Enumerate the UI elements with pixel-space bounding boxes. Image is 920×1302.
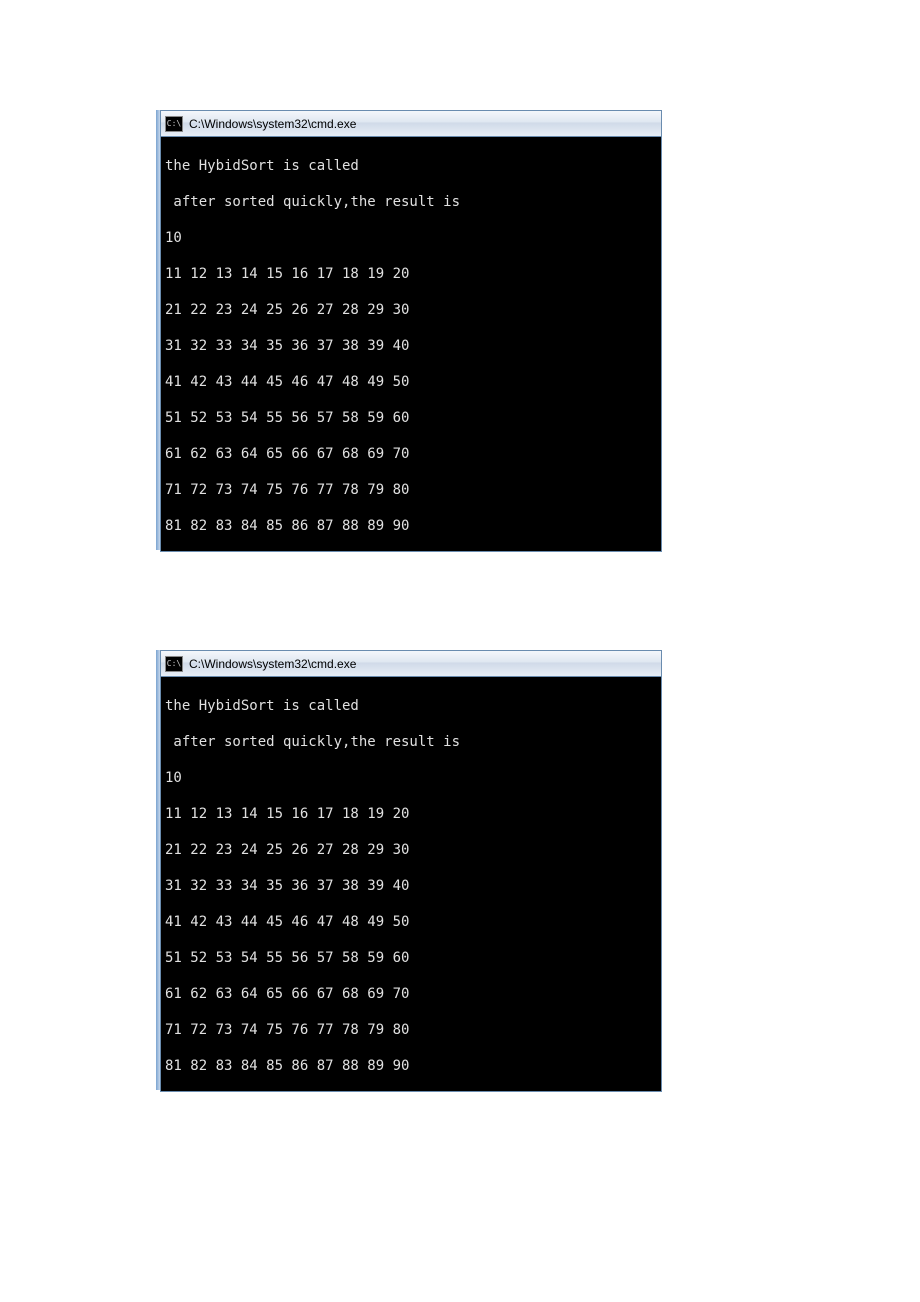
titlebar[interactable]: C:\ C:\Windows\system32\cmd.exe <box>161 111 661 137</box>
output-line: 10 <box>165 769 657 787</box>
output-line: after sorted quickly,the result is <box>165 733 657 751</box>
output-line: the HybidSort is called <box>165 157 657 175</box>
output-line: 10 <box>165 229 657 247</box>
output-line: after sorted quickly,the result is <box>165 193 657 211</box>
output-line: 61 62 63 64 65 66 67 68 69 70 <box>165 985 657 1003</box>
output-line: 11 12 13 14 15 16 17 18 19 20 <box>165 805 657 823</box>
output-line: 31 32 33 34 35 36 37 38 39 40 <box>165 337 657 355</box>
console-output[interactable]: the HybidSort is called after sorted qui… <box>161 677 661 1091</box>
output-line: 21 22 23 24 25 26 27 28 29 30 <box>165 301 657 319</box>
cmd-icon: C:\ <box>165 656 183 672</box>
output-line: 41 42 43 44 45 46 47 48 49 50 <box>165 373 657 391</box>
output-line: 21 22 23 24 25 26 27 28 29 30 <box>165 841 657 859</box>
output-line: 71 72 73 74 75 76 77 78 79 80 <box>165 1021 657 1039</box>
window-title: C:\Windows\system32\cmd.exe <box>189 117 356 131</box>
output-line: 31 32 33 34 35 36 37 38 39 40 <box>165 877 657 895</box>
output-line: 51 52 53 54 55 56 57 58 59 60 <box>165 409 657 427</box>
cmd-window-2: C:\ C:\Windows\system32\cmd.exe the Hybi… <box>160 650 662 1092</box>
output-line: 41 42 43 44 45 46 47 48 49 50 <box>165 913 657 931</box>
output-line: 81 82 83 84 85 86 87 88 89 90 <box>165 517 657 535</box>
window-title: C:\Windows\system32\cmd.exe <box>189 657 356 671</box>
cmd-window-1: C:\ C:\Windows\system32\cmd.exe the Hybi… <box>160 110 662 552</box>
output-line: 61 62 63 64 65 66 67 68 69 70 <box>165 445 657 463</box>
console-output[interactable]: the HybidSort is called after sorted qui… <box>161 137 661 551</box>
output-line: 51 52 53 54 55 56 57 58 59 60 <box>165 949 657 967</box>
output-line: 11 12 13 14 15 16 17 18 19 20 <box>165 265 657 283</box>
output-line: the HybidSort is called <box>165 697 657 715</box>
cmd-icon: C:\ <box>165 116 183 132</box>
output-line: 71 72 73 74 75 76 77 78 79 80 <box>165 481 657 499</box>
titlebar[interactable]: C:\ C:\Windows\system32\cmd.exe <box>161 651 661 677</box>
output-line: 81 82 83 84 85 86 87 88 89 90 <box>165 1057 657 1075</box>
